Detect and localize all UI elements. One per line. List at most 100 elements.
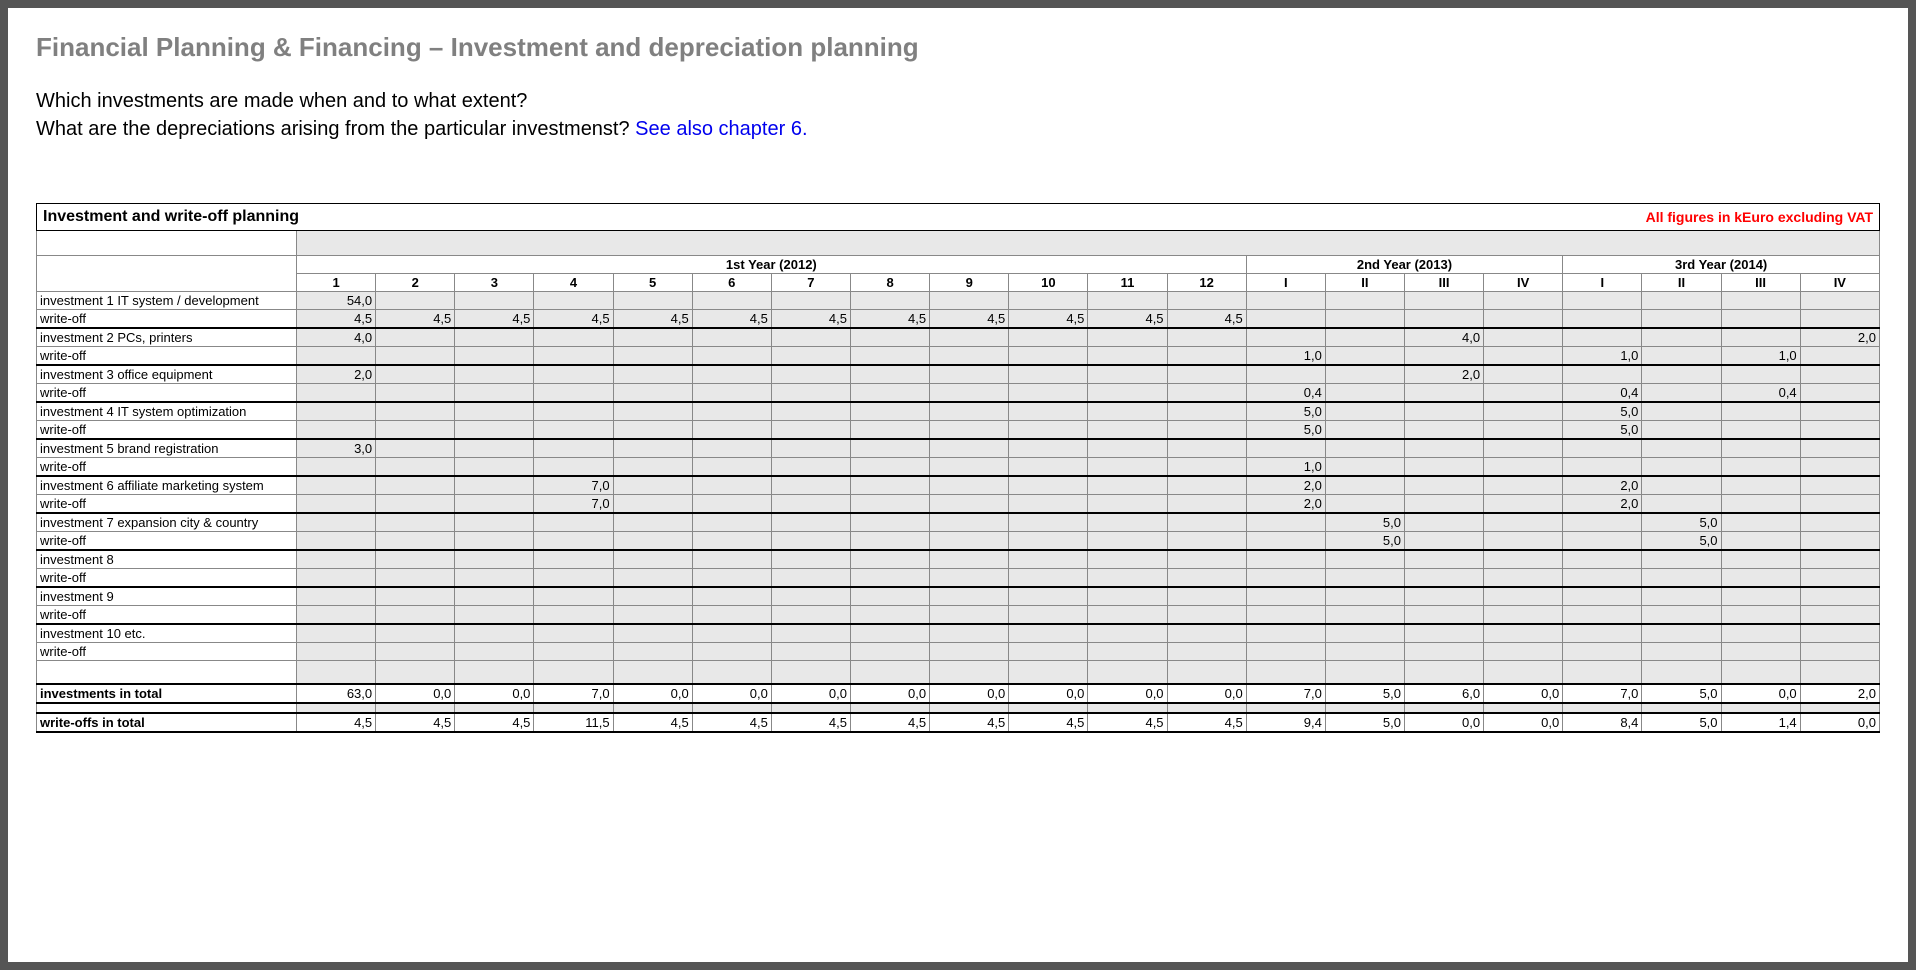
data-cell xyxy=(534,513,613,532)
data-cell xyxy=(692,494,771,513)
data-cell xyxy=(455,568,534,587)
data-cell xyxy=(1404,587,1483,606)
data-cell: 2,0 xyxy=(1563,494,1642,513)
data-cell xyxy=(850,383,929,402)
data-cell: 5,0 xyxy=(1325,513,1404,532)
row-label: investment 4 IT system optimization xyxy=(37,402,297,421)
data-cell: 7,0 xyxy=(534,494,613,513)
data-cell xyxy=(534,291,613,309)
data-cell xyxy=(455,383,534,402)
data-cell xyxy=(1404,568,1483,587)
data-cell: 4,5 xyxy=(692,309,771,328)
data-cell xyxy=(1800,346,1879,365)
data-cell xyxy=(376,457,455,476)
data-cell xyxy=(850,291,929,309)
data-cell xyxy=(534,439,613,458)
data-cell xyxy=(455,420,534,439)
data-cell xyxy=(1563,605,1642,624)
data-cell xyxy=(1404,605,1483,624)
data-cell xyxy=(376,346,455,365)
col-header-5: 5 xyxy=(613,273,692,291)
data-cell: 4,0 xyxy=(1404,328,1483,347)
totals-cell: 0,0 xyxy=(1404,713,1483,732)
data-cell xyxy=(692,568,771,587)
col-header-1: 1 xyxy=(297,273,376,291)
data-cell xyxy=(1800,457,1879,476)
data-cell xyxy=(1800,309,1879,328)
data-cell xyxy=(376,624,455,643)
totals-cell: 4,5 xyxy=(297,713,376,732)
data-cell xyxy=(297,457,376,476)
data-cell xyxy=(376,365,455,384)
data-cell xyxy=(850,605,929,624)
data-cell: 1,0 xyxy=(1721,346,1800,365)
data-cell xyxy=(1325,476,1404,495)
data-cell xyxy=(1800,568,1879,587)
totals-cell: 6,0 xyxy=(1404,684,1483,703)
data-cell xyxy=(1325,365,1404,384)
data-cell xyxy=(297,494,376,513)
data-cell xyxy=(455,346,534,365)
data-cell: 2,0 xyxy=(1563,476,1642,495)
data-cell xyxy=(455,457,534,476)
data-cell xyxy=(850,624,929,643)
data-cell xyxy=(1642,420,1721,439)
data-cell: 4,5 xyxy=(297,309,376,328)
table-row: write-off1,0 xyxy=(37,457,1880,476)
data-cell xyxy=(1167,587,1246,606)
data-cell xyxy=(1404,420,1483,439)
planning-table-wrap: Investment and write-off planning All fi… xyxy=(36,203,1880,733)
data-cell xyxy=(376,531,455,550)
data-cell xyxy=(1404,457,1483,476)
data-cell xyxy=(1246,328,1325,347)
data-cell xyxy=(1642,309,1721,328)
data-cell xyxy=(1167,605,1246,624)
data-cell xyxy=(1088,346,1167,365)
data-cell xyxy=(1642,383,1721,402)
table-row: investment 9 xyxy=(37,587,1880,606)
row-label: write-off xyxy=(37,642,297,660)
data-cell xyxy=(1721,605,1800,624)
data-cell xyxy=(1246,513,1325,532)
data-cell xyxy=(455,494,534,513)
data-cell xyxy=(1642,642,1721,660)
data-cell xyxy=(692,624,771,643)
row-label: write-off xyxy=(37,420,297,439)
data-cell: 4,5 xyxy=(376,309,455,328)
data-cell xyxy=(613,605,692,624)
col-header-3: 3 xyxy=(455,273,534,291)
data-cell xyxy=(1009,439,1088,458)
data-cell xyxy=(1484,587,1563,606)
totals-cell: 0,0 xyxy=(1721,684,1800,703)
table-header-bar: Investment and write-off planning All fi… xyxy=(36,203,1880,231)
data-cell xyxy=(1009,346,1088,365)
data-cell xyxy=(1721,513,1800,532)
col-header-10: 10 xyxy=(1009,273,1088,291)
col-header-I: I xyxy=(1563,273,1642,291)
table-row: investment 3 office equipment2,02,0 xyxy=(37,365,1880,384)
chapter-link[interactable]: See also chapter 6. xyxy=(635,118,807,140)
data-cell xyxy=(613,513,692,532)
col-header-11: 11 xyxy=(1088,273,1167,291)
data-cell xyxy=(613,457,692,476)
data-cell xyxy=(1325,605,1404,624)
data-cell xyxy=(850,513,929,532)
data-cell xyxy=(1642,365,1721,384)
data-cell xyxy=(1246,624,1325,643)
data-cell: 4,5 xyxy=(1088,309,1167,328)
data-cell: 0,4 xyxy=(1246,383,1325,402)
data-cell xyxy=(1800,513,1879,532)
data-cell xyxy=(930,531,1009,550)
data-cell xyxy=(1800,383,1879,402)
data-cell xyxy=(613,587,692,606)
totals-row: write-offs in total4,54,54,511,54,54,54,… xyxy=(37,713,1880,732)
data-cell xyxy=(1009,365,1088,384)
data-cell xyxy=(1484,476,1563,495)
data-cell xyxy=(534,531,613,550)
data-cell xyxy=(376,476,455,495)
data-cell: 4,5 xyxy=(455,309,534,328)
data-cell xyxy=(1642,439,1721,458)
data-cell xyxy=(1721,291,1800,309)
data-cell: 4,5 xyxy=(1167,309,1246,328)
totals-row: investments in total63,00,00,07,00,00,00… xyxy=(37,684,1880,703)
